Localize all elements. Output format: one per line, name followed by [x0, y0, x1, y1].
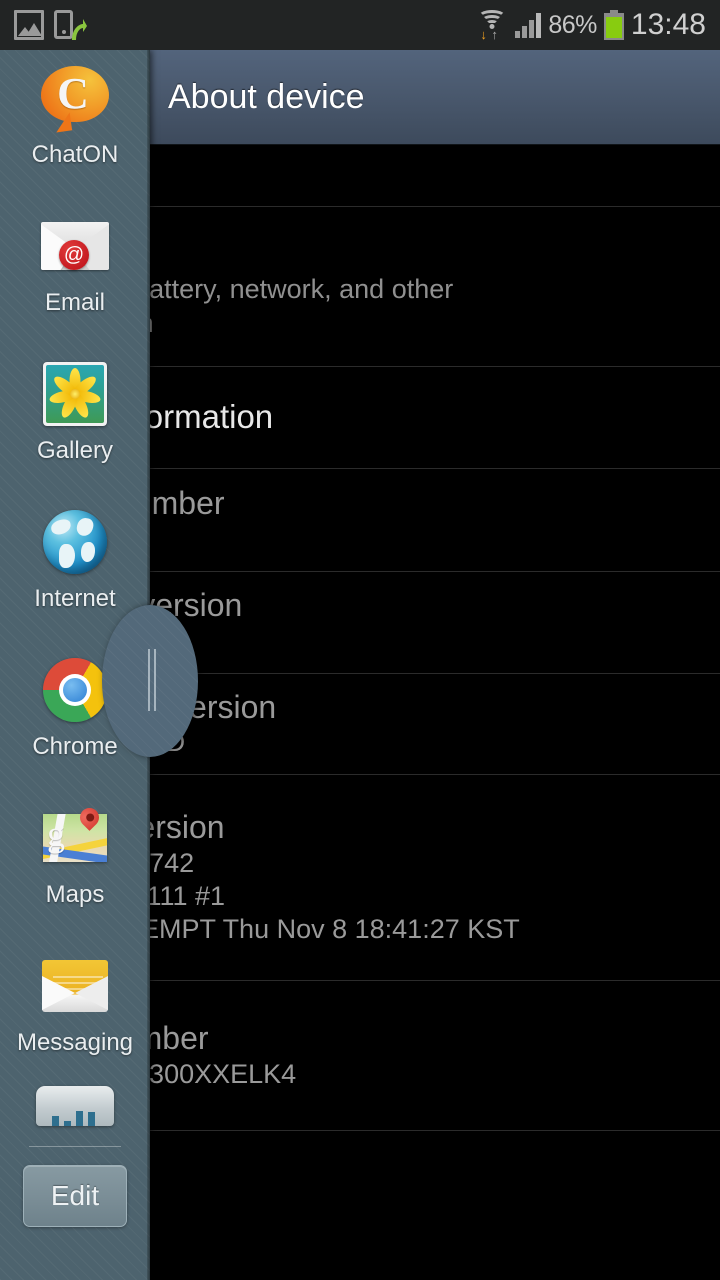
messaging-envelope-icon [39, 950, 111, 1022]
tray-item-label: ChatON [31, 141, 119, 168]
drawer-handle-grip-icon [148, 649, 156, 711]
gallery-icon [39, 358, 111, 430]
status-bar-right-icons: ↓ ↑ 86% 13:48 [476, 8, 720, 42]
edit-button-label: Edit [50, 1180, 100, 1211]
tray-item-label: Gallery [36, 437, 114, 464]
status-bar-left-icons [0, 9, 88, 41]
screenshot-icon [14, 10, 44, 40]
tray-item-messaging[interactable]: Messaging [0, 938, 150, 1086]
tray-item-partial[interactable] [0, 1086, 150, 1132]
phone-screen: Software update Status Status of battery… [0, 0, 720, 1280]
tray-item-maps[interactable]: g Maps [0, 790, 150, 938]
tray-divider [29, 1146, 121, 1147]
wifi-upload-arrow-icon: ↑ [491, 27, 498, 42]
internet-globe-icon [39, 506, 111, 578]
tray-item-label: Maps [45, 881, 105, 908]
wifi-icon: ↓ ↑ [476, 10, 508, 42]
maps-icon: g [39, 802, 111, 874]
email-icon: @ [39, 210, 111, 282]
tray-item-label: Messaging [16, 1029, 134, 1056]
status-bar-clock: 13:48 [630, 8, 706, 41]
tray-item-label: Chrome [32, 733, 118, 760]
signal-bars-icon [515, 12, 542, 38]
battery-percent-label: 86% [548, 10, 597, 39]
chrome-icon [39, 654, 111, 726]
tray-item-gallery[interactable]: Gallery [0, 346, 150, 494]
tray-item-email[interactable]: @ Email [0, 198, 150, 346]
usb-transfer-icon [54, 9, 88, 41]
status-bar: ↓ ↑ 86% 13:48 [0, 0, 720, 50]
tray-item-chaton[interactable]: C ChatON [0, 50, 150, 198]
tray-item-label: Email [44, 289, 105, 316]
media-player-icon [36, 1086, 114, 1126]
tray-item-label: Internet [34, 585, 116, 612]
battery-icon [603, 10, 624, 40]
chaton-icon: C [39, 62, 111, 134]
drawer-handle[interactable] [102, 605, 198, 757]
wifi-download-arrow-icon: ↓ [480, 27, 487, 42]
edit-button[interactable]: Edit [23, 1165, 127, 1227]
